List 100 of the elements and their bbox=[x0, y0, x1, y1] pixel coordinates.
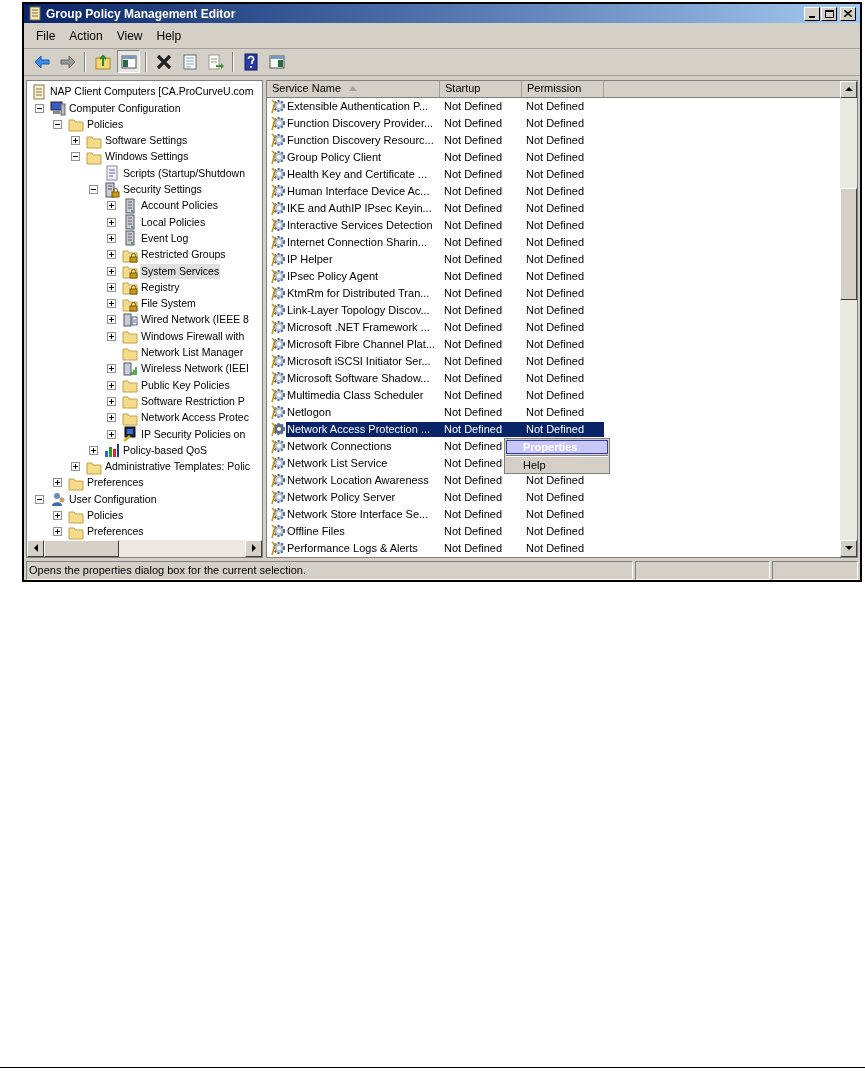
service-name[interactable]: Interactive Services Detection bbox=[286, 217, 440, 233]
expand-icon[interactable] bbox=[107, 233, 116, 243]
menu-item[interactable]: File bbox=[30, 27, 62, 46]
service-name[interactable]: Offline Files bbox=[286, 523, 440, 539]
service-name[interactable]: Performance Logs & Alerts bbox=[286, 540, 440, 556]
expand-icon[interactable] bbox=[107, 299, 116, 309]
expand-icon[interactable] bbox=[71, 462, 80, 472]
service-name[interactable]: Network Store Interface Se... bbox=[286, 506, 440, 522]
service-name[interactable]: Link-Layer Topology Discov... bbox=[286, 302, 440, 318]
collapse-icon[interactable] bbox=[71, 152, 80, 162]
menu-item[interactable]: Action bbox=[63, 27, 109, 46]
tree-item[interactable]: Local Policies bbox=[140, 214, 207, 230]
menu-item[interactable]: View bbox=[110, 27, 149, 46]
service-name[interactable]: Group Policy Client bbox=[286, 149, 440, 165]
table-cell-text: Not Defined bbox=[443, 217, 504, 233]
tree-item[interactable]: Network Access Protec bbox=[140, 410, 250, 426]
tree-item[interactable]: Preferences bbox=[86, 475, 145, 491]
expand-icon[interactable] bbox=[107, 364, 116, 374]
tree-item[interactable]: Scripts (Startup/Shutdown bbox=[122, 165, 246, 181]
tree-item[interactable]: Software Settings bbox=[104, 133, 189, 149]
tree-item[interactable]: Wireless Network (IEEI bbox=[140, 361, 250, 377]
horizontal-scrollbar[interactable] bbox=[27, 539, 262, 557]
tree-item[interactable]: Windows Settings bbox=[104, 149, 190, 165]
close-button[interactable] bbox=[840, 6, 856, 21]
expand-icon[interactable] bbox=[107, 380, 116, 390]
service-name[interactable]: Multimedia Class Scheduler bbox=[286, 387, 440, 403]
table-cell-text: Not Defined bbox=[443, 540, 504, 556]
tree-item[interactable]: Administrative Templates: Polic bbox=[104, 459, 252, 475]
expand-icon[interactable] bbox=[107, 282, 116, 292]
tree-item[interactable]: Registry bbox=[140, 279, 181, 295]
collapse-icon[interactable] bbox=[53, 119, 62, 129]
expand-icon[interactable] bbox=[107, 201, 116, 211]
service-name[interactable]: IPsec Policy Agent bbox=[286, 268, 440, 284]
tree-item[interactable]: Preferences bbox=[86, 524, 145, 540]
expand-icon[interactable] bbox=[53, 527, 62, 537]
service-name[interactable]: Internet Connection Sharin... bbox=[286, 234, 440, 250]
tree-item[interactable]: Event Log bbox=[140, 230, 190, 246]
minimize-button[interactable] bbox=[804, 6, 820, 21]
column-header[interactable]: Service Name bbox=[267, 80, 440, 98]
service-name[interactable]: Network Location Awareness bbox=[286, 472, 440, 488]
collapse-icon[interactable] bbox=[35, 103, 44, 113]
service-name[interactable]: Function Discovery Resourc... bbox=[286, 132, 440, 148]
column-header[interactable]: Permission bbox=[522, 80, 604, 98]
service-name[interactable]: Network Access Protection ... bbox=[286, 421, 440, 437]
service-name[interactable]: IKE and AuthIP IPsec Keyin... bbox=[286, 200, 440, 216]
tree-item[interactable]: Policy-based QoS bbox=[122, 442, 209, 458]
expand-icon[interactable] bbox=[107, 429, 116, 439]
tree-item[interactable]: Software Restriction P bbox=[140, 393, 246, 409]
menu-item[interactable]: Help bbox=[150, 27, 188, 46]
tree-item[interactable]: Network List Manager bbox=[140, 345, 245, 361]
tree-item[interactable]: Account Policies bbox=[140, 198, 220, 214]
expand-icon[interactable] bbox=[53, 478, 62, 488]
tree-item[interactable]: Wired Network (IEEE 8 bbox=[140, 312, 250, 328]
service-name[interactable]: Network Connections bbox=[286, 438, 440, 454]
service-name[interactable]: Health Key and Certificate ... bbox=[286, 166, 440, 182]
service-name[interactable]: Microsoft Fibre Channel Plat... bbox=[286, 336, 440, 352]
service-name[interactable]: Microsoft Software Shadow... bbox=[286, 370, 440, 386]
locked-folder-icon bbox=[122, 263, 138, 280]
expand-icon[interactable] bbox=[107, 413, 116, 423]
vertical-scrollbar[interactable] bbox=[840, 80, 857, 557]
menu-item[interactable]: Help bbox=[506, 457, 608, 472]
tree-item[interactable]: Public Key Policies bbox=[140, 377, 231, 393]
service-name[interactable]: Human Interface Device Ac... bbox=[286, 183, 440, 199]
tree-item[interactable]: Policies bbox=[86, 116, 125, 132]
tree-item[interactable]: NAP Client Computers [CA.ProCurveU.com bbox=[49, 84, 255, 100]
expand-icon[interactable] bbox=[107, 331, 116, 341]
expand-icon[interactable] bbox=[107, 217, 116, 227]
tree-item[interactable]: User Configuration bbox=[68, 491, 158, 507]
service-name[interactable]: Netlogon bbox=[286, 404, 440, 420]
service-name[interactable]: KtmRm for Distributed Tran... bbox=[286, 285, 440, 301]
expand-icon[interactable] bbox=[107, 266, 116, 276]
tree-item[interactable]: Security Settings bbox=[122, 182, 203, 198]
service-name[interactable]: Extensible Authentication P... bbox=[286, 98, 440, 114]
close-icon bbox=[844, 10, 852, 18]
expand-icon[interactable] bbox=[53, 511, 62, 520]
tree-item[interactable]: Restricted Groups bbox=[140, 247, 227, 263]
tree-view-button[interactable] bbox=[117, 50, 140, 74]
tree-item[interactable]: System Services bbox=[140, 263, 221, 279]
maximize-button[interactable] bbox=[821, 6, 837, 21]
tree-item[interactable]: Windows Firewall with bbox=[140, 328, 246, 344]
table-cell-text: Not Defined bbox=[443, 251, 504, 267]
tree-item[interactable]: Computer Configuration bbox=[68, 100, 182, 116]
service-name[interactable]: Function Discovery Provider... bbox=[286, 115, 440, 131]
column-header[interactable]: Startup bbox=[440, 80, 522, 98]
expand-icon[interactable] bbox=[107, 250, 116, 260]
expand-icon[interactable] bbox=[107, 396, 116, 406]
tree-item[interactable]: IP Security Policies on bbox=[140, 426, 247, 442]
collapse-icon[interactable] bbox=[35, 494, 44, 504]
service-name[interactable]: Microsoft .NET Framework ... bbox=[286, 319, 440, 335]
service-name[interactable]: Network Policy Server bbox=[286, 489, 440, 505]
tree-item[interactable]: Policies bbox=[86, 508, 125, 523]
gear-icon bbox=[270, 251, 286, 268]
service-name[interactable]: IP Helper bbox=[286, 251, 440, 267]
tree-item[interactable]: File System bbox=[140, 296, 197, 312]
collapse-icon[interactable] bbox=[89, 185, 98, 195]
expand-icon[interactable] bbox=[107, 315, 116, 325]
expand-icon[interactable] bbox=[71, 136, 80, 146]
service-name[interactable]: Network List Service bbox=[286, 455, 440, 471]
service-name[interactable]: Microsoft iSCSI Initiator Ser... bbox=[286, 353, 440, 369]
expand-icon[interactable] bbox=[89, 445, 98, 455]
